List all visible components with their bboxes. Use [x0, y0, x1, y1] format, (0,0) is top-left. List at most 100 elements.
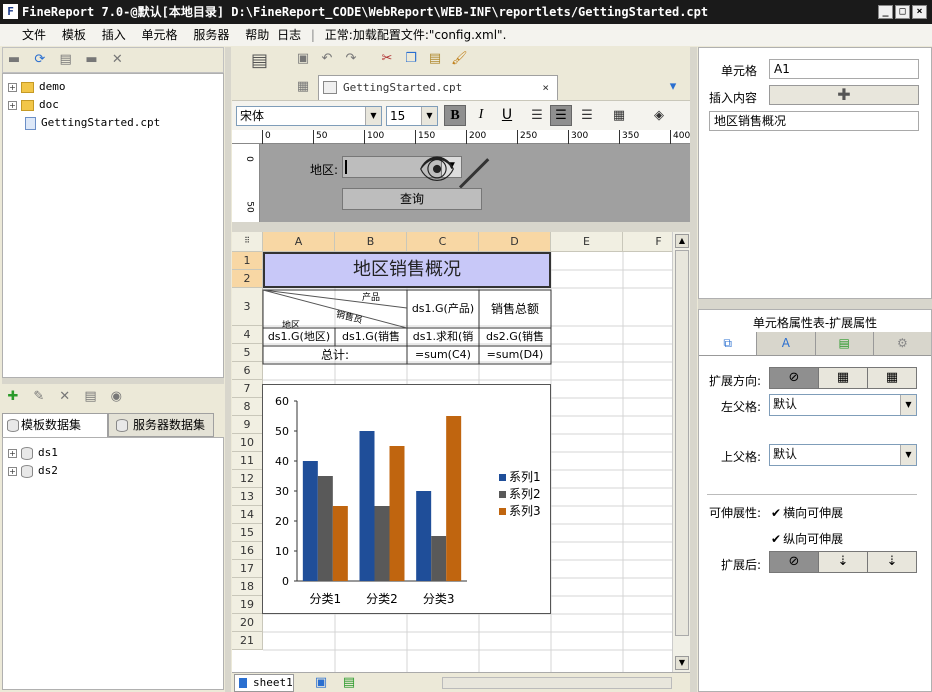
tab-style-icon[interactable]: A	[757, 332, 816, 355]
left-parent-select[interactable]: 默认 ▼	[769, 394, 917, 416]
open-folder-icon[interactable]: ▬	[6, 52, 22, 68]
after-expand-toggle[interactable]: ⊘ ⇣ ⇣	[769, 551, 917, 573]
save-icon[interactable]: ▣	[295, 51, 311, 67]
expand-icon[interactable]: +	[8, 82, 17, 92]
server-dataset-icon[interactable]: ◉	[108, 389, 124, 405]
cell-name-field[interactable]: A1	[769, 59, 919, 79]
font-size-select[interactable]: 15 ▼	[386, 106, 438, 126]
dataset-item-ds1[interactable]: + ds1	[3, 444, 223, 462]
close-button[interactable]: ×	[912, 5, 927, 19]
scroll-down-icon[interactable]: ▼	[675, 656, 689, 670]
menu-template[interactable]: 模板	[62, 28, 86, 42]
add-sheet-icon[interactable]: ▣	[313, 675, 329, 691]
scroll-thumb[interactable]	[675, 250, 689, 636]
cut-icon[interactable]: ✂	[379, 51, 395, 67]
italic-button[interactable]: I	[470, 105, 492, 126]
expand-direction-toggle[interactable]: ⊘ ▦ ▦	[769, 367, 917, 389]
delete-icon[interactable]: ✕	[109, 52, 125, 68]
tab-template-dataset[interactable]: 模板数据集	[2, 413, 108, 437]
copy-icon[interactable]: ❐	[403, 51, 419, 67]
redo-icon[interactable]: ↷	[343, 51, 359, 67]
fill-color-icon[interactable]: ◈	[651, 108, 667, 124]
tab-settings-icon[interactable]: ⚙	[873, 332, 931, 355]
preview-icon[interactable]: ▤	[251, 52, 268, 70]
left-splitter[interactable]	[2, 378, 224, 384]
bold-button[interactable]: B	[444, 105, 466, 126]
sort-ascending-icon[interactable]: ⇣	[819, 552, 868, 572]
align-right-icon[interactable]: ☰	[579, 108, 595, 124]
right-vertical-splitter[interactable]	[690, 47, 697, 692]
cell-d5[interactable]: =sum(D4)	[479, 346, 551, 364]
insert-content-button[interactable]: ✚	[769, 85, 919, 105]
minimize-button[interactable]: _	[878, 5, 893, 19]
tab-condition-icon[interactable]: ▤	[815, 332, 874, 355]
cell-c3[interactable]: ds1.G(产品)	[407, 290, 479, 328]
cell-b4[interactable]: ds1.G(销售	[335, 328, 407, 346]
menu-help[interactable]: 帮助	[245, 28, 269, 42]
tree-item-gettingstarted[interactable]: GettingStarted.cpt	[3, 114, 223, 132]
add-dataset-icon[interactable]: ✚	[5, 389, 21, 405]
tree-item-demo[interactable]: + demo	[3, 78, 223, 96]
param-splitter[interactable]	[232, 222, 690, 232]
expand-icon[interactable]: +	[8, 448, 17, 458]
vertical-expand-icon[interactable]: ▦	[819, 368, 868, 388]
dataset-item-ds2[interactable]: + ds2	[3, 462, 223, 480]
align-center-icon[interactable]: ☰	[550, 105, 572, 126]
sheet-tab-sheet1[interactable]: sheet1	[234, 674, 294, 692]
remove-dataset-icon[interactable]: ✕	[57, 389, 73, 405]
refresh-icon[interactable]: ⟳	[32, 52, 48, 68]
scroll-up-icon[interactable]: ▲	[675, 234, 689, 248]
h-stretch-checkbox[interactable]: ✔ 横向可伸展	[771, 504, 843, 521]
maximize-button[interactable]: □	[895, 5, 910, 19]
horizontal-scrollbar[interactable]	[442, 677, 672, 689]
tab-menu-icon[interactable]: ▾	[665, 79, 681, 95]
font-name-select[interactable]: 宋体 ▼	[236, 106, 382, 126]
new-report-icon[interactable]: ▦	[295, 79, 311, 95]
sort-descending-icon[interactable]: ⇣	[868, 552, 916, 572]
format-painter-icon[interactable]: 🖌	[451, 51, 468, 67]
cell-a4[interactable]: ds1.G(地区)	[263, 328, 335, 346]
preview-dataset-icon[interactable]: ▤	[82, 389, 98, 405]
hide-widget-icon[interactable]: 👁	[418, 152, 456, 187]
expand-icon[interactable]: +	[8, 100, 17, 110]
close-tab-icon[interactable]: ×	[542, 76, 549, 100]
menu-file[interactable]: 文件	[22, 28, 46, 42]
edit-pencil-icon[interactable]	[458, 158, 490, 189]
menu-server[interactable]: 服务器	[193, 28, 229, 42]
edit-dataset-icon[interactable]: ✎	[31, 389, 47, 405]
new-folder-icon[interactable]: ▬	[83, 52, 99, 68]
left-vertical-splitter[interactable]	[225, 47, 231, 692]
undo-icon[interactable]: ↶	[319, 51, 335, 67]
paste-icon[interactable]: ▤	[427, 51, 443, 67]
expand-icon[interactable]: +	[8, 466, 17, 476]
chart-cell[interactable]: 0 10 20 30 40 50 60 分类1 分类2 分类3 系列1 系列2 系列3	[262, 384, 551, 614]
cell-c5[interactable]: =sum(C4)	[407, 346, 479, 364]
horizontal-expand-icon[interactable]: ▦	[868, 368, 916, 388]
menu-insert[interactable]: 插入	[102, 28, 126, 42]
no-sort-icon[interactable]: ⊘	[770, 552, 819, 572]
cell-c4[interactable]: ds1.求和(销	[407, 328, 479, 346]
content-field[interactable]: 地区销售概况	[709, 111, 919, 131]
tab-expand-icon[interactable]: ⧉	[699, 332, 758, 355]
border-icon[interactable]: ▦	[611, 108, 627, 124]
tree-item-doc[interactable]: + doc	[3, 96, 223, 114]
right-splitter[interactable]	[698, 299, 932, 309]
cell-total-label[interactable]: 总计:	[263, 346, 407, 364]
query-button[interactable]: 查询	[342, 188, 482, 210]
menu-cell[interactable]: 单元格	[142, 28, 178, 42]
title-cell[interactable]: 地区销售概况	[263, 252, 551, 288]
edit-icon[interactable]: ▤	[58, 52, 74, 68]
no-expand-icon[interactable]: ⊘	[770, 368, 819, 388]
add-form-sheet-icon[interactable]: ▤	[341, 675, 357, 691]
cell-d4[interactable]: ds2.G(销售	[479, 328, 551, 346]
menu-log[interactable]: 日志	[277, 28, 301, 42]
tab-gettingstarted[interactable]: GettingStarted.cpt ×	[318, 75, 558, 100]
underline-button[interactable]: U	[496, 105, 518, 126]
vertical-scrollbar[interactable]: ▲ ▼	[672, 232, 690, 672]
align-left-icon[interactable]: ☰	[529, 108, 545, 124]
tab-server-dataset[interactable]: 服务器数据集	[108, 413, 214, 437]
editor-tab-row: ▦ GettingStarted.cpt × ▾	[232, 73, 690, 100]
v-stretch-checkbox[interactable]: ✔ 纵向可伸展	[771, 530, 843, 547]
cell-d3[interactable]: 销售总额	[479, 290, 551, 328]
top-parent-select[interactable]: 默认 ▼	[769, 444, 917, 466]
